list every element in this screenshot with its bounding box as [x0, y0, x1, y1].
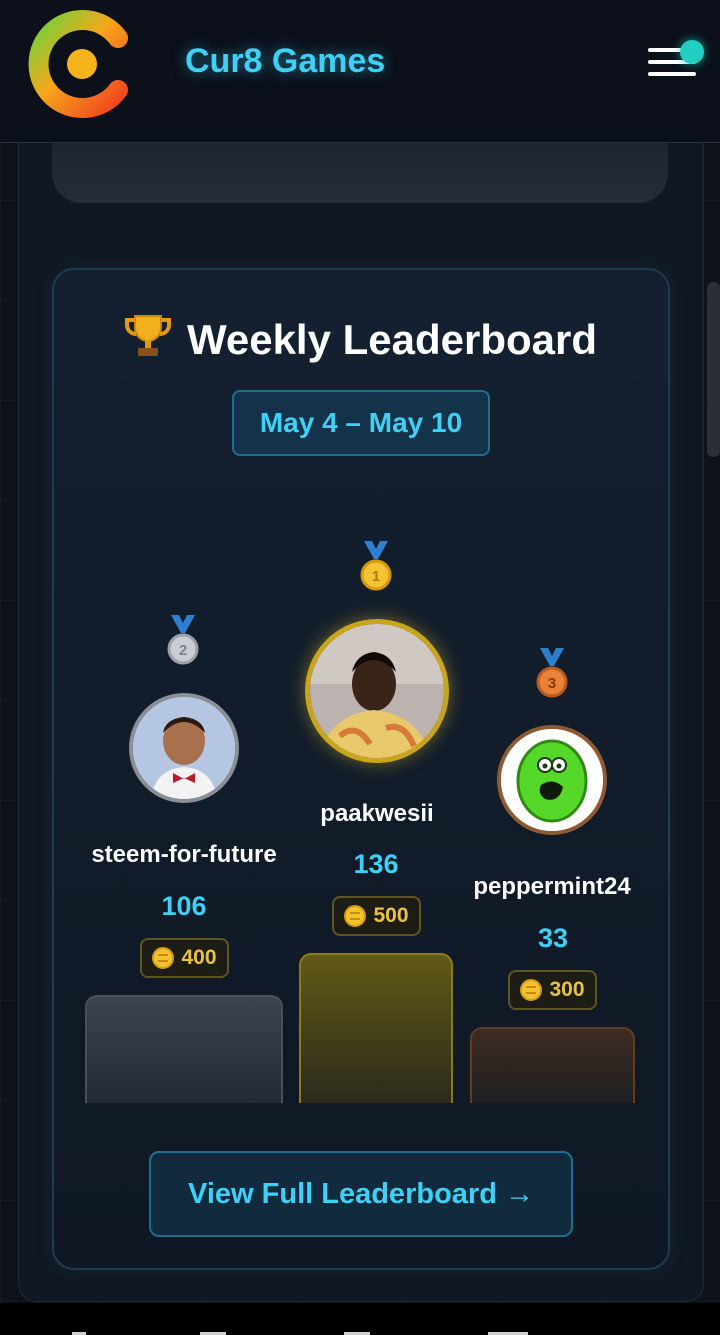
prize-rank-1: 500 [332, 896, 421, 936]
svg-text:3: 3 [548, 675, 556, 692]
score-rank-3: 33 [537, 923, 569, 953]
avatar-paakwesii[interactable] [305, 619, 449, 763]
coin-icon [152, 947, 175, 969]
pedestal-rank-1 [299, 953, 453, 1103]
username-rank-1[interactable]: paakwesii [296, 800, 458, 828]
prize-amount: 400 [181, 946, 217, 969]
score-rank-1: 136 [353, 849, 399, 879]
prize-rank-2: 400 [140, 938, 229, 978]
coin-icon [520, 979, 543, 1001]
pedestal-rank-2 [85, 995, 283, 1103]
svg-text:1: 1 [372, 568, 380, 585]
leaderboard-title: Weekly Leaderboard [0, 312, 720, 364]
avatar-peppermint24[interactable] [497, 725, 607, 835]
avatar-steem-for-future[interactable] [129, 693, 239, 803]
prize-amount: 500 [373, 904, 409, 927]
silver-medal-icon: 2 [167, 615, 199, 665]
prize-amount: 300 [549, 978, 585, 1001]
notification-dot [680, 40, 704, 64]
date-range-badge: May 4 – May 10 [232, 390, 490, 456]
brand-title[interactable]: Cur8 Games [185, 42, 385, 81]
prize-rank-3: 300 [508, 970, 597, 1010]
gold-medal-icon: 1 [360, 541, 392, 591]
top-header: Cur8 Games [0, 0, 720, 143]
svg-text:2: 2 [179, 642, 187, 659]
coin-icon [344, 905, 367, 927]
leaderboard-title-text: Weekly Leaderboard [186, 316, 598, 363]
bronze-medal-icon: 3 [536, 648, 568, 698]
trophy-icon [124, 315, 171, 356]
score-rank-2: 106 [161, 891, 207, 921]
system-nav-bar [0, 1303, 720, 1335]
hamburger-menu-icon[interactable] [646, 40, 704, 84]
view-full-leaderboard-button[interactable]: View Full Leaderboard → [149, 1151, 573, 1237]
username-rank-2[interactable]: steem-for-future [70, 841, 298, 869]
pedestal-rank-3 [470, 1027, 635, 1103]
cur8-logo-icon[interactable] [26, 8, 134, 120]
scrollbar-thumb[interactable] [707, 282, 720, 457]
previous-card-bottom [52, 143, 668, 203]
username-rank-3[interactable]: peppermint24 [458, 873, 646, 901]
